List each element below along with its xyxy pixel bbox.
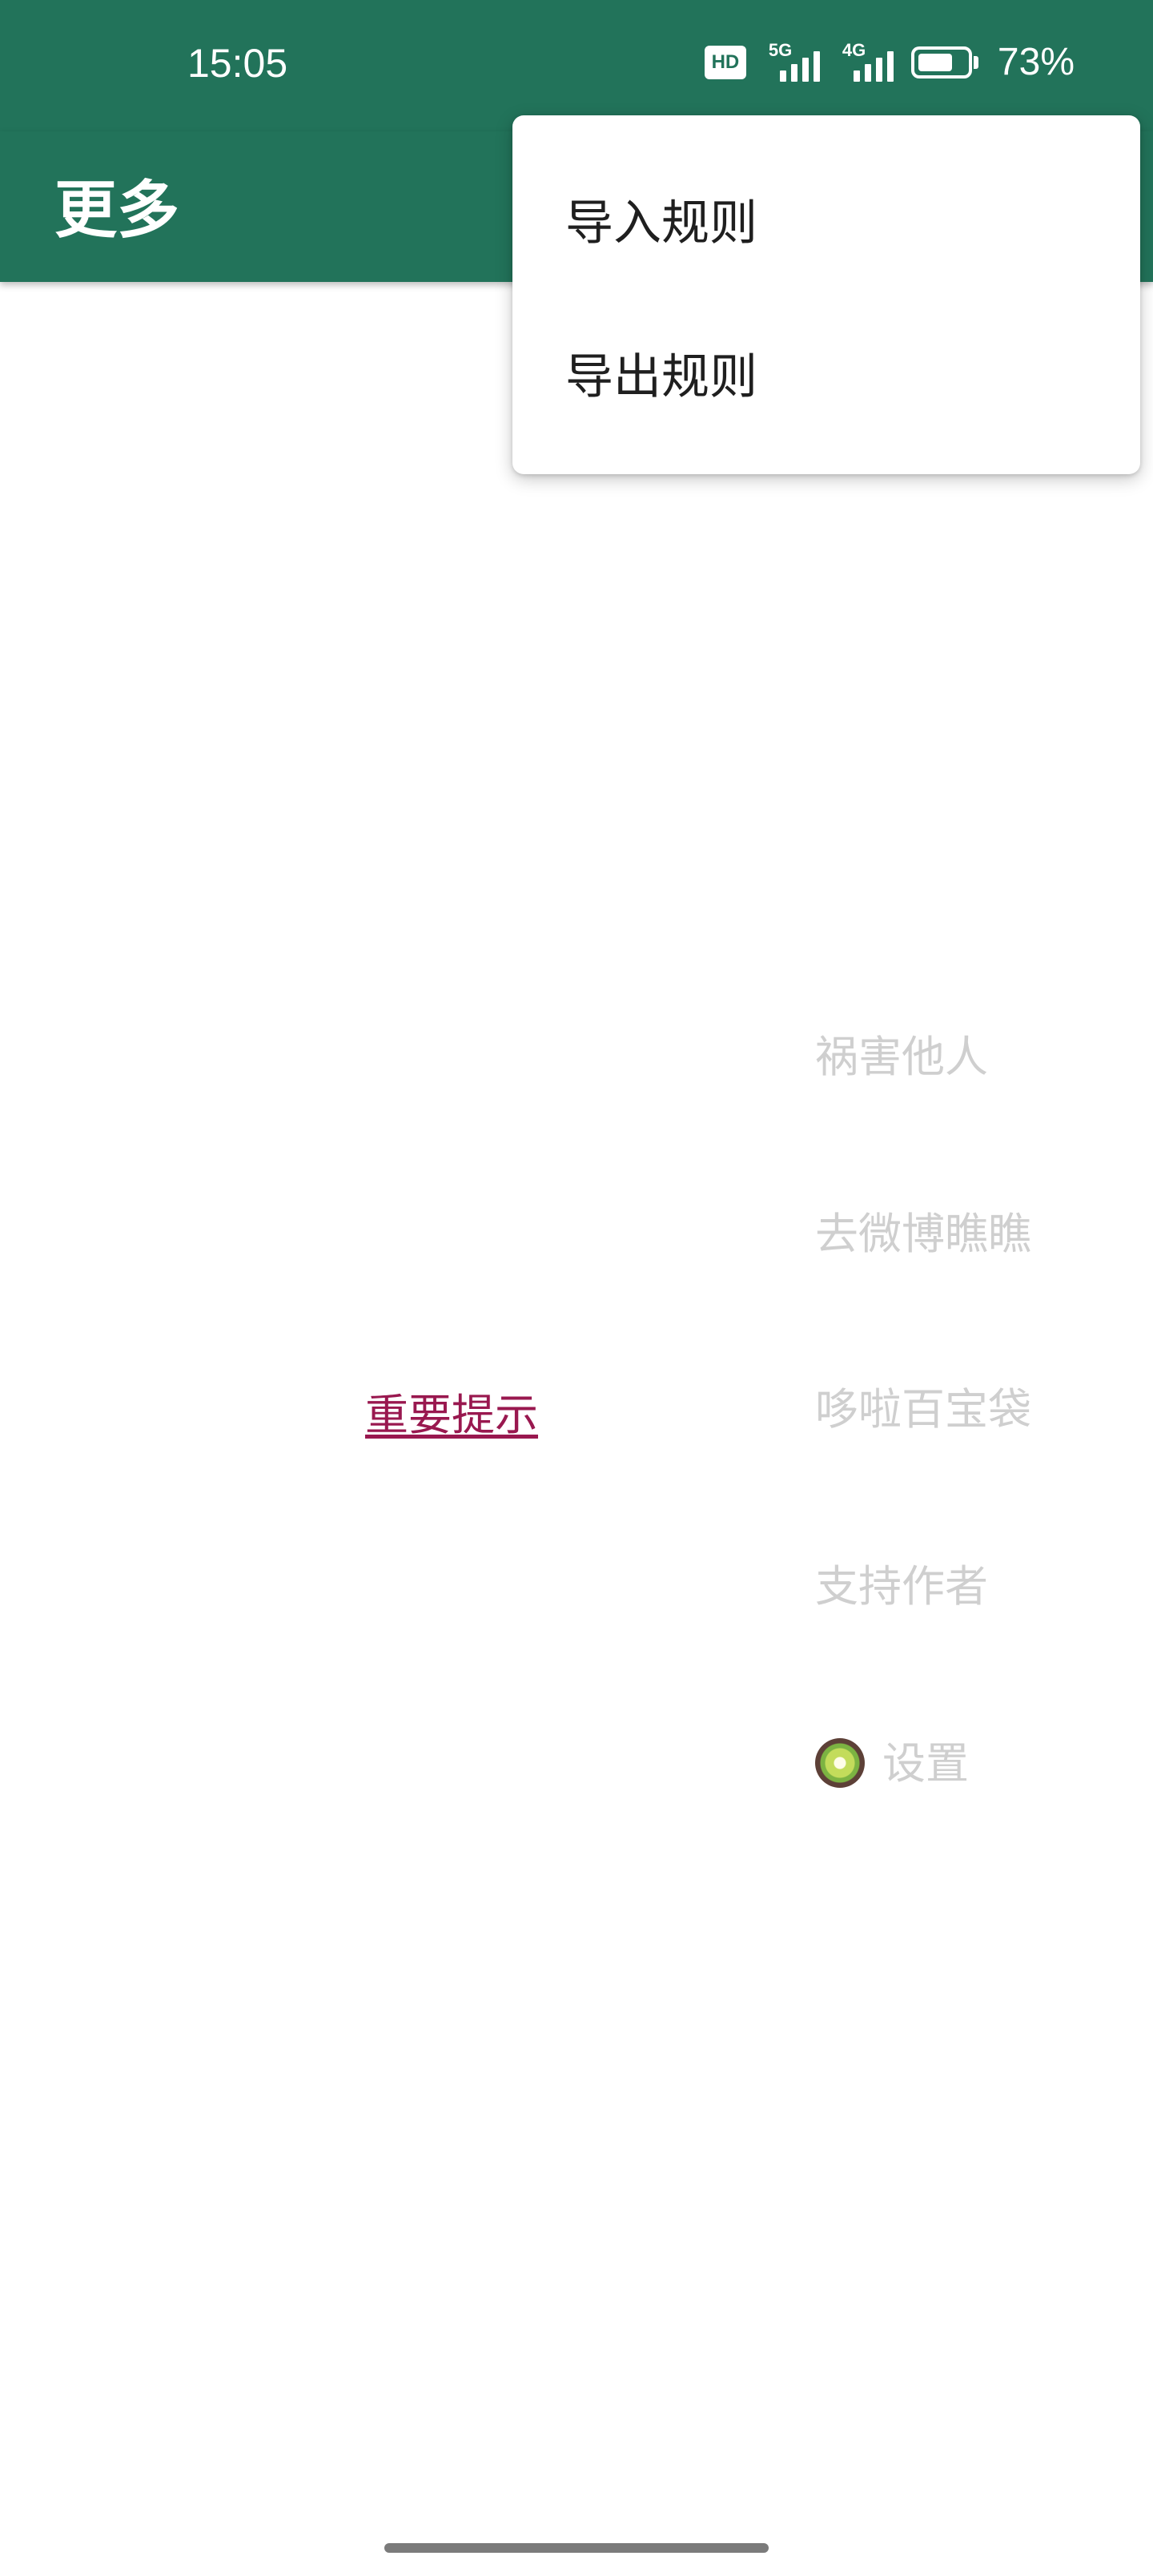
kiwi-icon xyxy=(815,1738,865,1789)
status-time: 15:05 xyxy=(187,41,288,86)
side-item-visit-weibo[interactable]: 去微博瞧瞧 xyxy=(815,1198,1031,1262)
side-item-doraemon-pocket[interactable]: 哆啦百宝袋 xyxy=(815,1374,1031,1437)
status-bar: 15:05 HD 5G 4G 73% xyxy=(0,0,1153,131)
menu-item-import-rules[interactable]: 导入规则 xyxy=(565,184,757,254)
settings-label: 设置 xyxy=(882,1738,969,1789)
battery-percent: 73% xyxy=(997,41,1075,83)
signal-5g-icon: 5G xyxy=(764,40,820,82)
side-item-settings[interactable]: 设置 xyxy=(815,1728,969,1791)
menu-item-export-rules[interactable]: 导出规则 xyxy=(565,338,757,408)
hd-voice-icon: HD xyxy=(704,45,746,79)
side-item-support-author[interactable]: 支持作者 xyxy=(815,1551,988,1614)
signal-4g-icon: 4G xyxy=(838,40,894,82)
home-indicator[interactable] xyxy=(384,2543,769,2553)
important-notice-link[interactable]: 重要提示 xyxy=(365,1379,538,1443)
status-icons: HD 5G 4G 73% xyxy=(704,40,1075,84)
side-item-harm-others[interactable]: 祸害他人 xyxy=(815,1021,988,1085)
page-title: 更多 xyxy=(54,175,180,247)
battery-icon xyxy=(910,46,980,78)
overflow-menu: 导入规则 导出规则 xyxy=(512,115,1140,474)
